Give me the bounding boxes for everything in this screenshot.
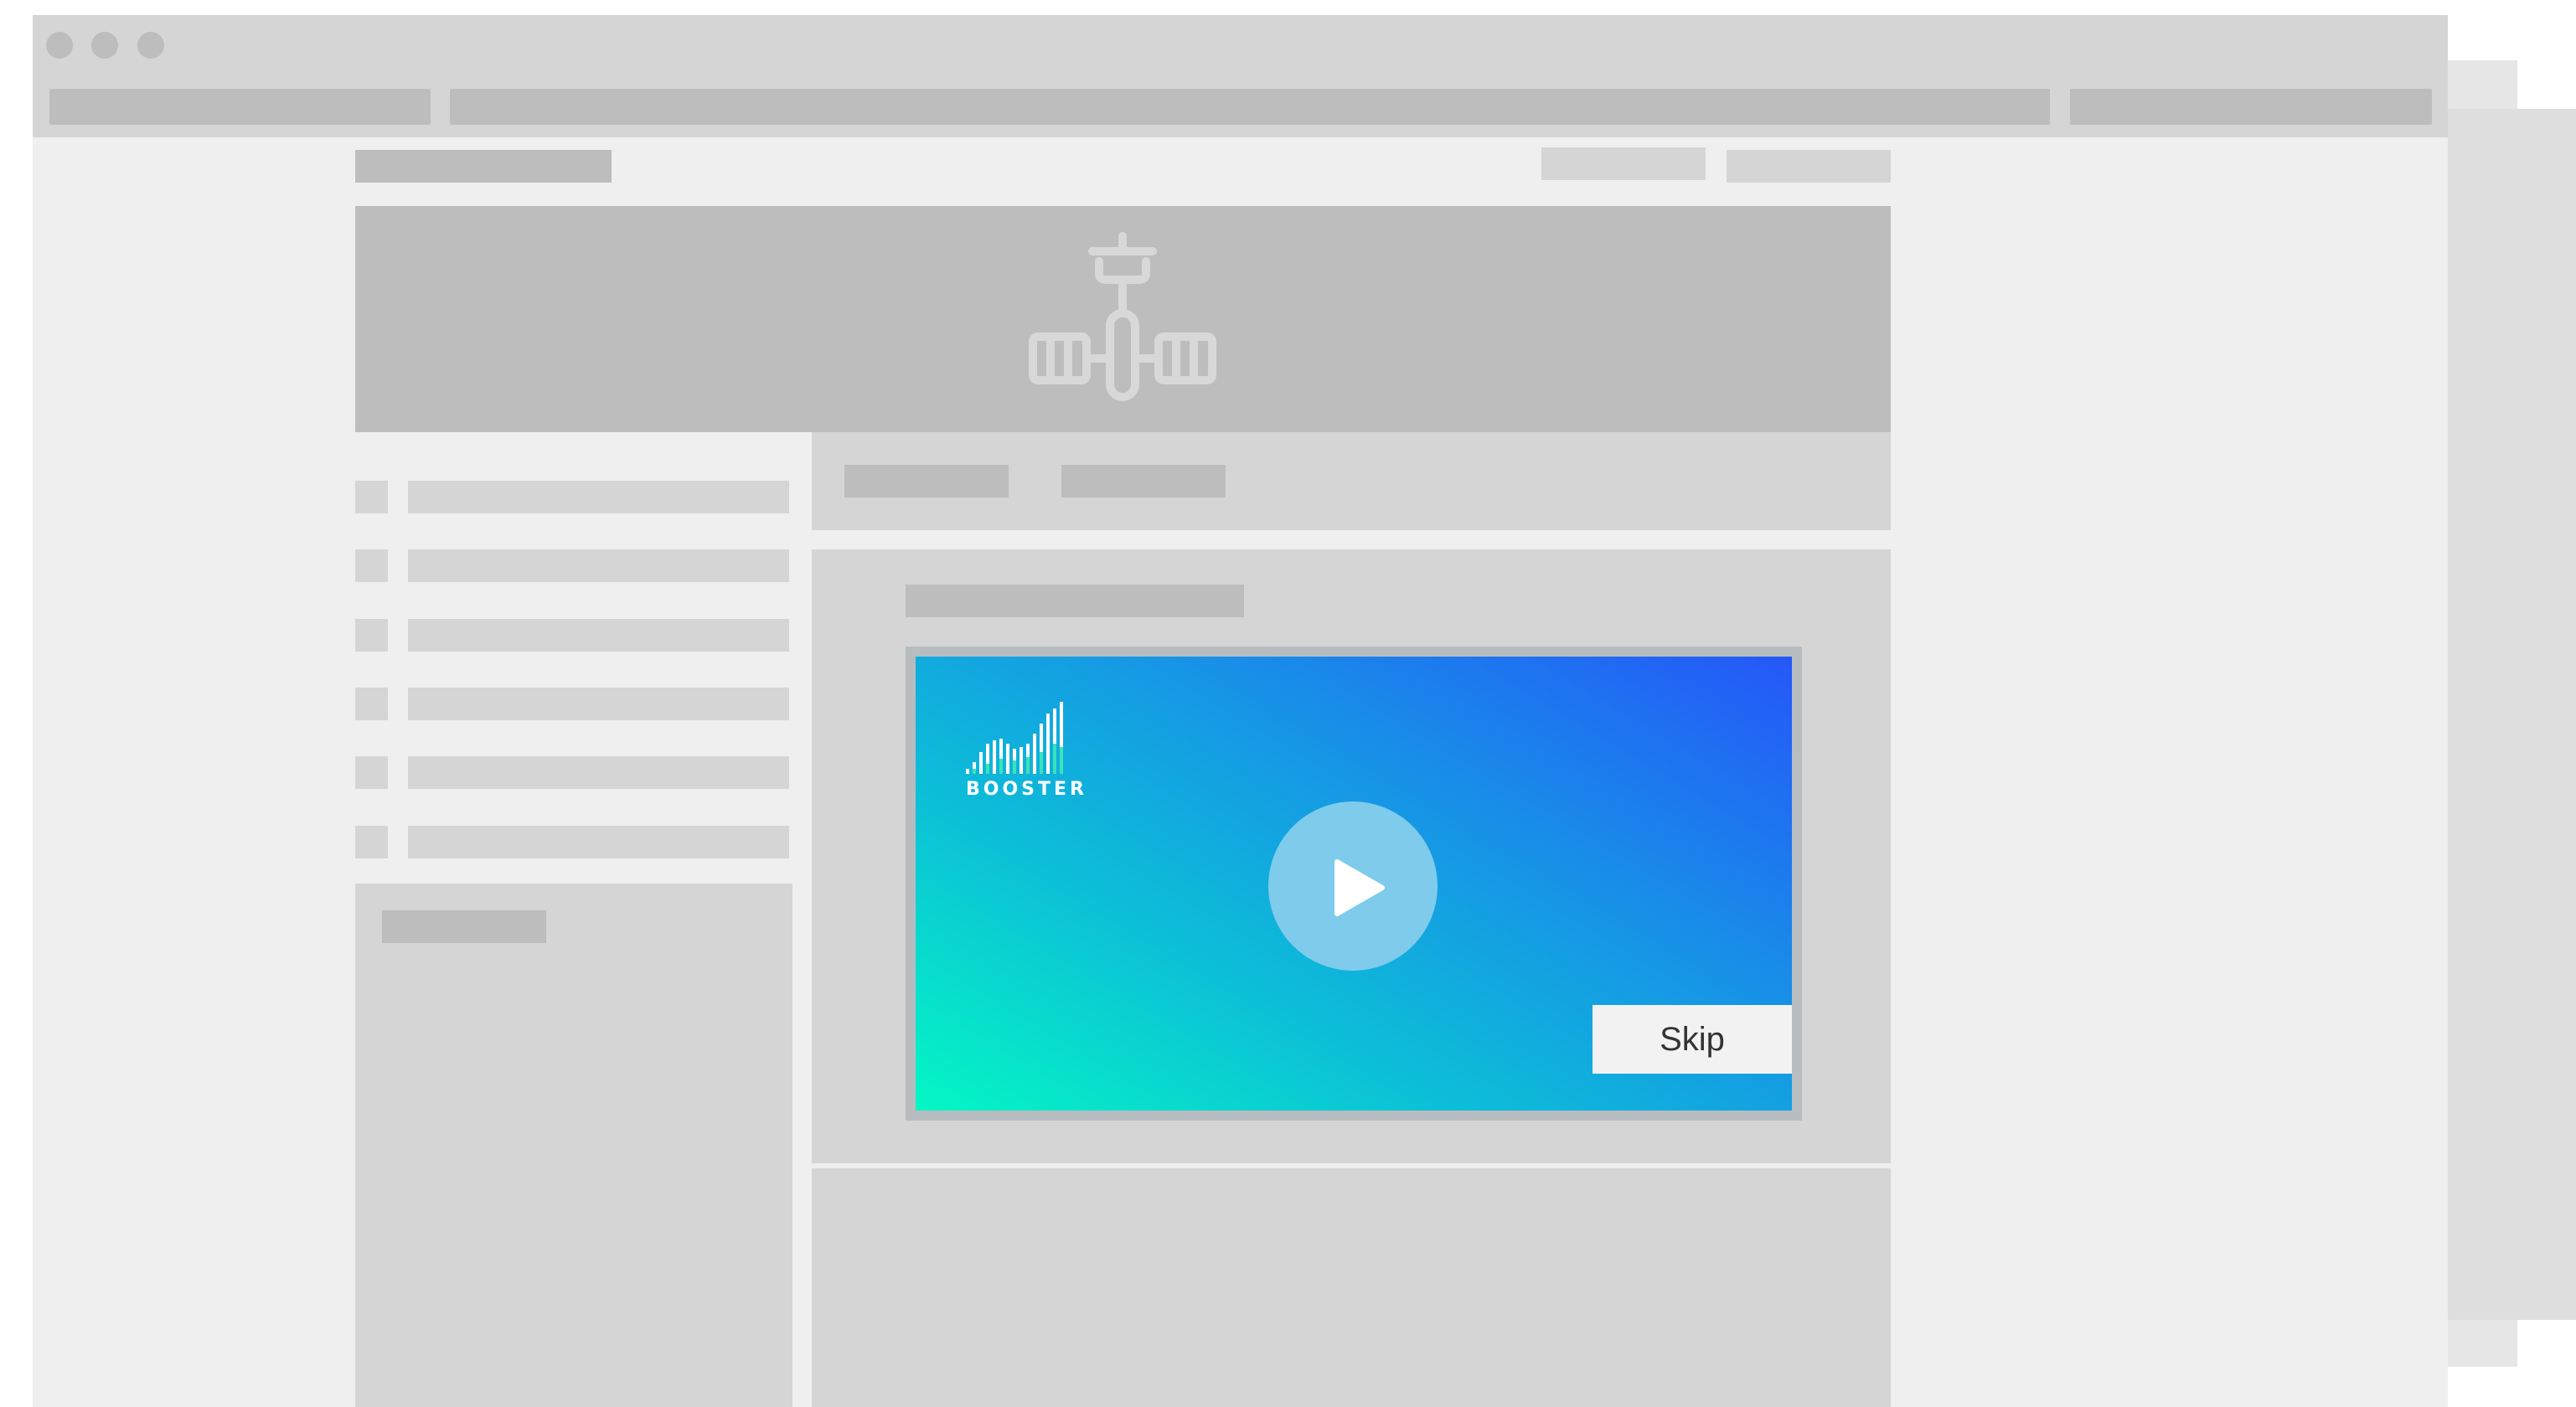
sidebar-item-icon [355, 481, 388, 513]
signal-bars-icon [966, 702, 1063, 774]
play-icon [1334, 859, 1385, 916]
nav-link-placeholder[interactable] [1727, 150, 1891, 183]
sidebar-item-placeholder[interactable] [408, 549, 789, 582]
brand-name: BOOSTER [966, 779, 1087, 800]
sidebar-item-placeholder[interactable] [408, 756, 789, 789]
site-logo-placeholder[interactable] [355, 150, 612, 183]
booster-logo: BOOSTER [966, 702, 1100, 800]
skip-ad-button[interactable]: Skip [1593, 1005, 1792, 1074]
sidebar-card-title-placeholder [382, 910, 546, 943]
sidebar-item-placeholder[interactable] [408, 481, 789, 513]
browser-toolbar [33, 15, 2448, 137]
illustration-stage: BOOSTER Skip [0, 0, 2576, 1407]
tab-placeholder[interactable] [1061, 465, 1226, 497]
sidebar-item-placeholder[interactable] [408, 826, 789, 858]
article-title-placeholder [906, 585, 1244, 617]
lower-content-panel [812, 1168, 1891, 1407]
window-minimize-dot[interactable] [91, 32, 118, 59]
address-bar-placeholder[interactable] [450, 89, 2050, 125]
nav-link-placeholder[interactable] [1541, 147, 1706, 180]
sidebar-item-placeholder[interactable] [408, 619, 789, 652]
browser-tab-placeholder[interactable] [49, 89, 431, 125]
window-maximize-dot[interactable] [137, 32, 164, 59]
hero-banner [355, 206, 1891, 432]
play-button[interactable] [1268, 801, 1438, 971]
window-close-dot[interactable] [46, 32, 73, 59]
satellite-icon [1029, 232, 1216, 401]
content-tabs [812, 432, 1891, 530]
video-ad[interactable]: BOOSTER Skip [916, 657, 1792, 1111]
sidebar-card [355, 884, 792, 1407]
search-bar-placeholder[interactable] [2070, 89, 2432, 125]
sidebar-item-icon [355, 756, 388, 789]
sidebar-item-icon [355, 619, 388, 652]
tab-placeholder[interactable] [844, 465, 1009, 497]
sidebar-item-placeholder[interactable] [408, 688, 789, 720]
sidebar-item-icon [355, 688, 388, 720]
sidebar-item-icon [355, 549, 388, 582]
sidebar-item-icon [355, 826, 388, 858]
video-player: BOOSTER Skip [906, 647, 1802, 1121]
